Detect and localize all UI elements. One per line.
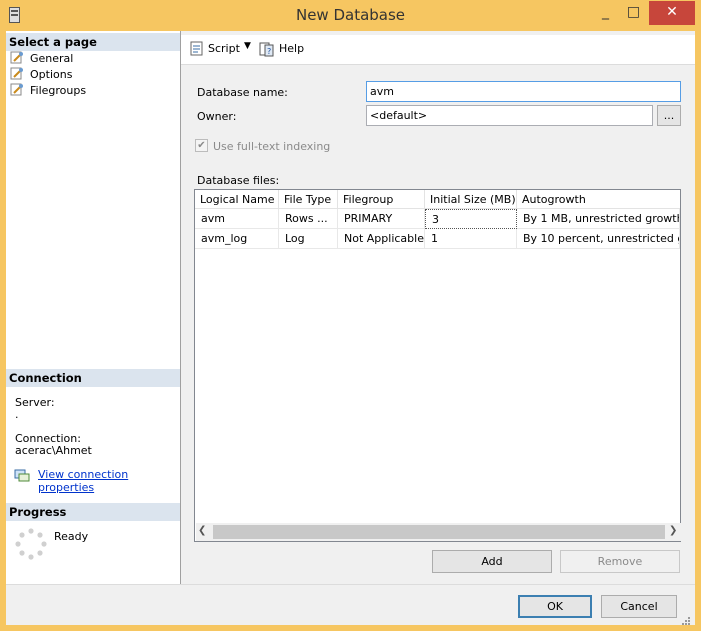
resize-grip-icon[interactable]: [682, 615, 690, 625]
window-frame-right: [695, 31, 701, 631]
cell-file-type[interactable]: Log: [279, 229, 338, 249]
dialog-button-bar: OK Cancel: [6, 584, 695, 625]
title-bar: New Database _ □ ✕: [0, 0, 701, 31]
page-item-label: General: [30, 52, 74, 65]
toolbar: Script ▼ ? Help: [181, 35, 695, 65]
view-connection-properties-link[interactable]: View connection properties: [38, 468, 180, 494]
database-name-input[interactable]: avm: [366, 81, 681, 102]
database-files-label: Database files:: [197, 174, 280, 187]
scroll-left-arrow-icon[interactable]: ❮: [198, 525, 206, 536]
minimize-button[interactable]: _: [592, 1, 619, 25]
page-item-filegroups[interactable]: Filegroups: [10, 83, 86, 99]
progress-header: Progress: [6, 503, 180, 521]
cancel-button[interactable]: Cancel: [601, 595, 677, 618]
page-wrench-icon: [10, 51, 24, 64]
horizontal-scrollbar[interactable]: ❮ ❯: [196, 523, 681, 541]
script-button[interactable]: Script: [208, 42, 240, 55]
column-header-logical-name[interactable]: Logical Name: [195, 190, 279, 209]
help-icon: ?: [259, 41, 275, 57]
fulltext-indexing-checkbox[interactable]: ✔: [195, 139, 208, 152]
cell-initial-size[interactable]: 3: [425, 209, 517, 229]
fulltext-indexing-label: Use full-text indexing: [213, 140, 331, 153]
cell-autogrowth[interactable]: By 10 percent, unrestricted growt: [517, 229, 680, 249]
column-header-initial-size[interactable]: Initial Size (MB): [425, 190, 517, 209]
remove-button[interactable]: Remove: [560, 550, 680, 573]
select-page-header: Select a page: [6, 33, 180, 51]
connection-properties-icon: [14, 468, 30, 482]
script-dropdown-arrow-icon[interactable]: ▼: [244, 41, 251, 51]
progress-spinner-icon: [15, 528, 47, 560]
page-wrench-icon: [10, 83, 24, 96]
server-value: .: [15, 408, 19, 421]
script-icon: [189, 41, 205, 57]
window-frame-bottom: [0, 625, 701, 631]
column-header-autogrowth[interactable]: Autogrowth: [517, 190, 680, 209]
database-files-grid: Logical Name File Type Filegroup Initial…: [194, 189, 681, 542]
page-item-label: Filegroups: [30, 84, 87, 97]
scrollbar-thumb[interactable]: [213, 525, 665, 539]
page-item-options[interactable]: Options: [10, 67, 72, 83]
table-row[interactable]: avm Rows ... PRIMARY 3 By 1 MB, unrestri…: [195, 209, 680, 229]
cell-initial-size[interactable]: 1: [425, 229, 517, 249]
page-wrench-icon: [10, 67, 24, 80]
close-button[interactable]: ✕: [649, 1, 695, 25]
cell-filegroup[interactable]: PRIMARY: [338, 209, 425, 229]
maximize-button[interactable]: □: [620, 1, 647, 25]
cell-autogrowth[interactable]: By 1 MB, unrestricted growth: [517, 209, 680, 229]
database-name-label: Database name:: [197, 86, 288, 99]
scroll-right-arrow-icon[interactable]: ❯: [669, 525, 677, 536]
connection-value: acerac\Ahmet: [15, 444, 92, 457]
cell-filegroup[interactable]: Not Applicable: [338, 229, 425, 249]
cell-logical-name[interactable]: avm: [195, 209, 279, 229]
owner-browse-button[interactable]: ...: [657, 105, 681, 126]
cell-file-type[interactable]: Rows ...: [279, 209, 338, 229]
connection-header: Connection: [6, 369, 180, 387]
column-header-file-type[interactable]: File Type: [279, 190, 338, 209]
column-header-filegroup[interactable]: Filegroup: [338, 190, 425, 209]
ok-button[interactable]: OK: [518, 595, 592, 618]
progress-status: Ready: [54, 530, 89, 543]
cell-logical-name[interactable]: avm_log: [195, 229, 279, 249]
page-item-general[interactable]: General: [10, 51, 73, 67]
svg-text:?: ?: [267, 47, 271, 56]
server-label: Server:: [15, 396, 55, 409]
help-button[interactable]: Help: [279, 42, 304, 55]
owner-input[interactable]: <default>: [366, 105, 653, 126]
page-item-label: Options: [30, 68, 73, 81]
owner-label: Owner:: [197, 110, 237, 123]
left-pane: Select a page General Options Filegroups…: [6, 31, 181, 584]
add-button[interactable]: Add: [432, 550, 552, 573]
table-row[interactable]: avm_log Log Not Applicable 1 By 10 perce…: [195, 229, 680, 249]
